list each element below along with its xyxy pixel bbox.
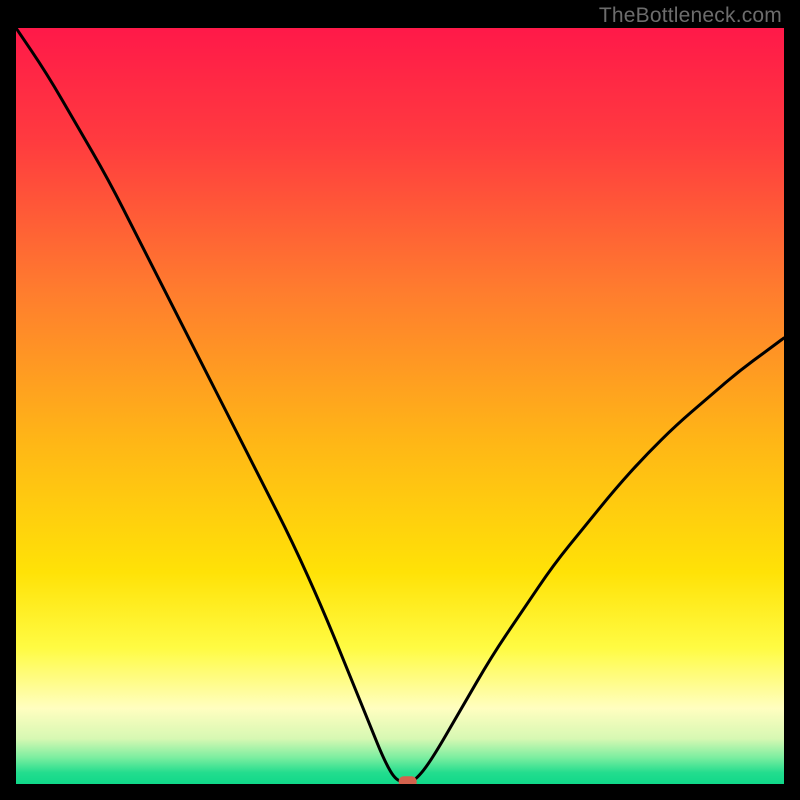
watermark-text: TheBottleneck.com <box>599 4 782 28</box>
chart-svg <box>16 28 784 784</box>
optimal-point-marker <box>399 776 417 784</box>
chart-container: TheBottleneck.com <box>0 0 800 800</box>
gradient-background <box>16 28 784 784</box>
plot-area <box>16 28 784 784</box>
